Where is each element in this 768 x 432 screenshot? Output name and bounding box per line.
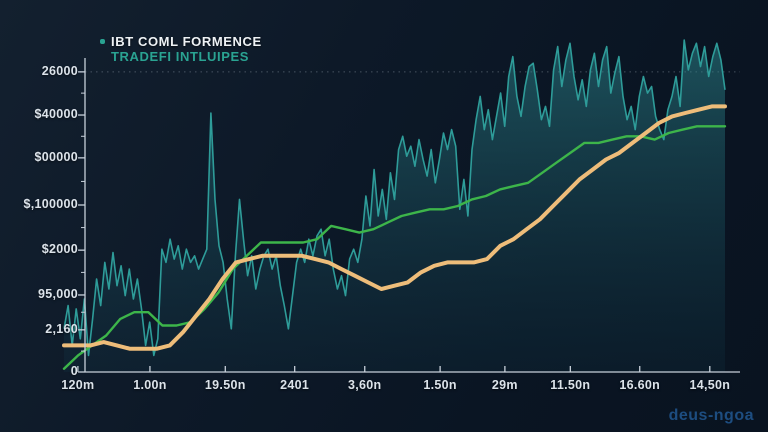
legend-series2-label: TRADEFI INTLUIPES: [111, 50, 249, 64]
x-axis-label: 14,50n: [675, 378, 745, 392]
crypto-chart-screenshot: IBT COML FORMENCE TRADEFI INTLUIPES 0 2,1…: [0, 0, 768, 432]
x-axis-label: 2401: [260, 378, 330, 392]
y-axis-label: 26000: [0, 64, 78, 78]
y-axis-label: 0: [0, 364, 78, 378]
y-axis-label: $40000: [0, 107, 78, 121]
legend-series1-swatch: [100, 39, 105, 44]
x-axis-label: 1.50n: [405, 378, 475, 392]
y-axis-label: 95,000: [0, 287, 78, 301]
chart-legend: IBT COML FORMENCE TRADEFI INTLUIPES: [100, 34, 262, 64]
y-axis-label: $,100000: [0, 197, 78, 211]
x-axis-label: 19.50n: [190, 378, 260, 392]
x-axis-label: 16.60n: [605, 378, 675, 392]
watermark-text: deus-ngoa: [669, 407, 754, 425]
price-chart-canvas: [0, 0, 768, 432]
legend-entry-price: IBT COML FORMENCE: [100, 34, 262, 49]
x-axis-label: 120m: [43, 378, 113, 392]
legend-series1-label: IBT COML FORMENCE: [111, 35, 262, 49]
x-axis-label: 11.50n: [535, 378, 605, 392]
teal-area-fill: [64, 40, 725, 372]
legend-entry-tradefi: TRADEFI INTLUIPES: [100, 49, 262, 64]
x-axis-label: 29m: [470, 378, 540, 392]
x-axis-label: 3,60n: [330, 378, 400, 392]
y-axis-label: 2,160: [0, 322, 78, 336]
x-axis-label: 1.00n: [115, 378, 185, 392]
y-axis-label: $00000: [0, 150, 78, 164]
y-axis-label: $2000: [0, 242, 78, 256]
